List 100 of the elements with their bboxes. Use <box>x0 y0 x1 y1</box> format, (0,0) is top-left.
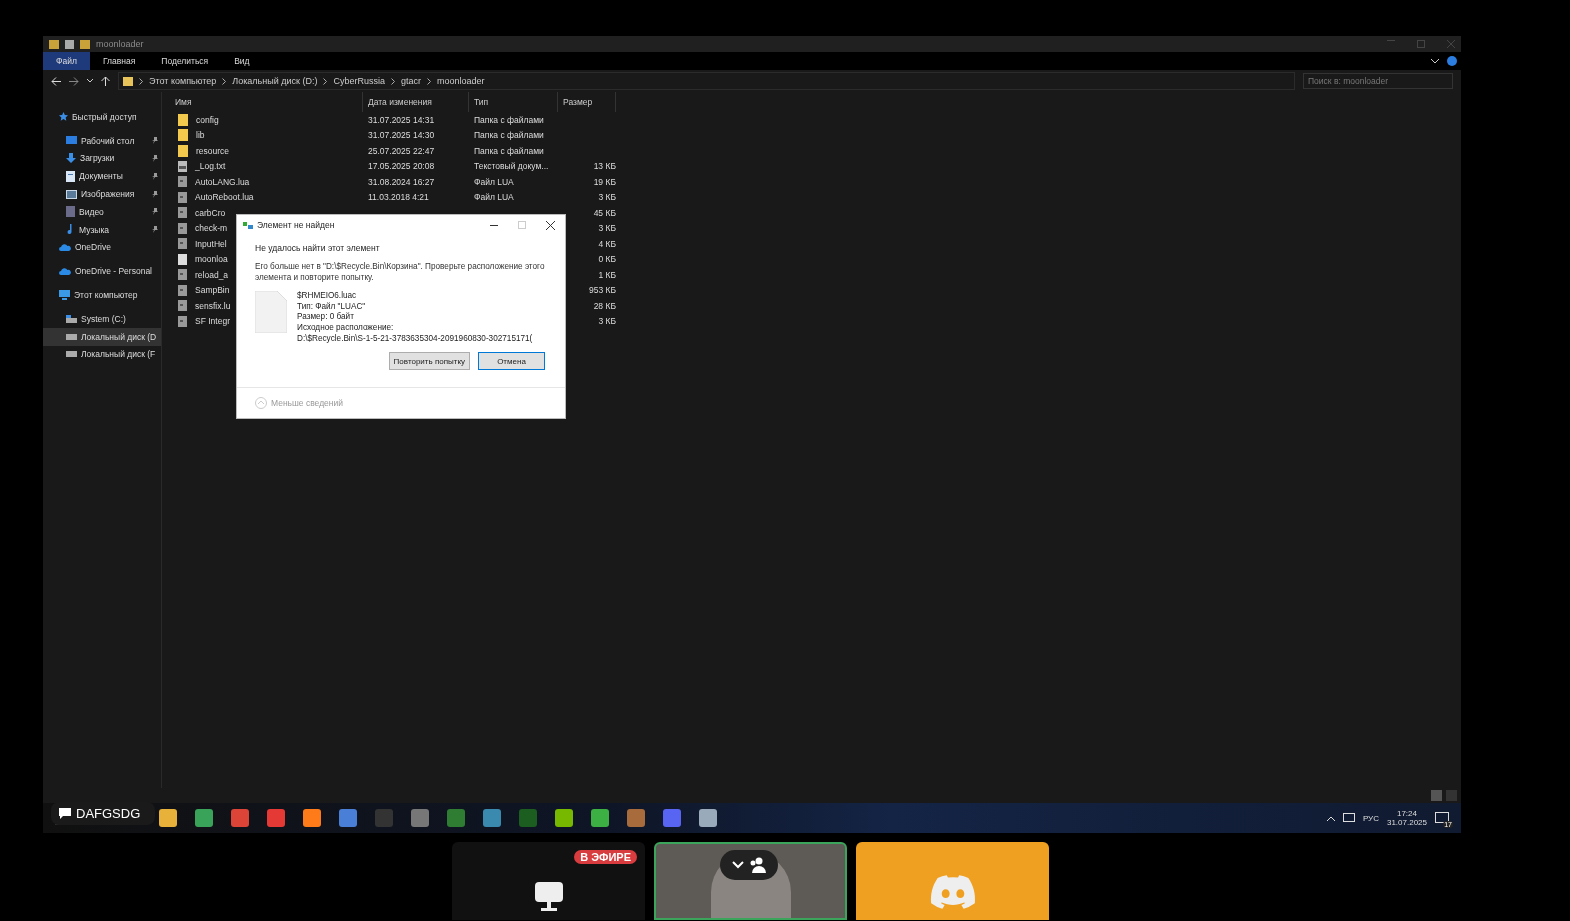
overlay-label: DAFGSDG <box>76 806 141 821</box>
chevron-up-icon <box>1326 815 1335 821</box>
search-field[interactable]: Поиск в: moonloader <box>1303 73 1453 89</box>
file-name[interactable]: resource <box>191 145 341 156</box>
ribbon-tab[interactable]: Вид <box>221 52 263 70</box>
breadcrumb[interactable]: CyberRussia <box>333 76 385 86</box>
file-name[interactable]: AutoLANG.lua <box>190 176 340 187</box>
type-cell-text: Папка с файлами <box>473 130 545 141</box>
dialog-button[interactable]: Повторить попытку <box>388 352 470 371</box>
sidebar-item[interactable]: Видео <box>43 203 161 221</box>
dialog-message: Его больше нет в "D:\$Recycle.Bin\Корзина". Проверьте расположение этого элемента и повторите попытку. <box>255 261 546 284</box>
breadcrumb[interactable]: gtacr <box>401 76 422 86</box>
sidebar-label: OneDrive - Personal <box>75 266 153 277</box>
dialog-button[interactable]: Отмена <box>478 352 545 371</box>
dialog-title: Элемент не найден <box>257 220 335 230</box>
file-name[interactable]: AutoReboot.lua <box>190 192 340 203</box>
stream-preview[interactable]: В ЭФИРЕ <box>452 842 645 920</box>
blank-file-icon <box>178 253 187 265</box>
star-icon <box>59 112 68 122</box>
ribbon-tab[interactable]: Файл <box>43 52 90 70</box>
sidebar-item[interactable]: System (C:) <box>43 309 161 328</box>
file-icon <box>178 315 187 327</box>
sidebar-item[interactable]: Музыка <box>43 220 161 239</box>
file-detail: $RHMEIO6.luac <box>297 291 358 302</box>
sidebar-item[interactable]: Документы <box>43 167 161 186</box>
chevron-down-icon <box>87 79 93 83</box>
type-cell-text: Папка с файлами <box>473 114 545 125</box>
ribbon-tab[interactable]: Главная <box>89 52 149 70</box>
clock-date[interactable]: 31.07.2025 <box>1386 818 1427 827</box>
sidebar-label: Документы <box>79 171 124 182</box>
sidebar-item[interactable]: OneDrive <box>43 238 161 257</box>
monitor-icon <box>534 882 563 912</box>
breadcrumb[interactable]: Локальный диск (D:) <box>232 76 318 86</box>
sidebar-label: OneDrive <box>75 242 112 253</box>
file-icon <box>178 300 187 312</box>
notification-icon <box>1435 812 1449 824</box>
column-header[interactable]: Тип <box>469 92 558 112</box>
chat-bubble-icon <box>59 808 71 819</box>
back-arrow-icon <box>51 76 61 86</box>
size-cell-text: 1 КБ <box>597 269 616 280</box>
close-icon <box>546 220 555 230</box>
forward-arrow-icon <box>69 76 79 86</box>
restore-icon <box>1417 40 1425 48</box>
cloud-icon <box>59 243 71 251</box>
sidebar-item[interactable]: Локальный диск (F <box>43 345 161 364</box>
chevron-down-icon <box>732 861 744 869</box>
chevron-right-icon <box>139 77 143 85</box>
sidebar-label: Быстрый доступ <box>72 111 138 122</box>
breadcrumb[interactable]: Этот компьютер <box>149 76 217 86</box>
maximize-icon <box>518 221 526 229</box>
app-tile[interactable] <box>856 842 1049 920</box>
column-header[interactable]: Размер <box>558 92 616 112</box>
type-cell-text: Файл LUA <box>473 176 515 187</box>
size-cell-text: 19 КБ <box>592 176 616 187</box>
file-name[interactable]: carbCro <box>190 207 340 218</box>
text-file-icon <box>178 160 187 172</box>
document-icon <box>66 170 75 182</box>
language-indicator[interactable]: РУС <box>1362 813 1379 823</box>
file-name[interactable]: lib <box>191 130 341 141</box>
sidebar-item[interactable]: Изображения <box>43 185 161 203</box>
clock-time[interactable]: 17:24 <box>1396 809 1417 818</box>
size-cell-text: 13 КБ <box>592 161 616 172</box>
size-cell-text: 3 КБ <box>597 316 616 327</box>
sidebar-item[interactable]: Загрузки <box>43 149 161 168</box>
date-cell-text: 31.07.2025 14:31 <box>367 114 436 125</box>
sidebar-item[interactable]: Быстрый доступ <box>43 108 161 126</box>
blank-file-icon <box>255 291 287 334</box>
file-name[interactable]: _Log.txt <box>190 161 340 172</box>
window-title: moonloader <box>96 39 144 49</box>
file-icon <box>178 176 187 188</box>
pin-icon <box>152 226 158 234</box>
size-cell-text: 3 КБ <box>597 223 616 234</box>
sidebar-item[interactable]: Локальный диск (D <box>43 327 161 346</box>
column-header[interactable]: Имя <box>170 92 363 112</box>
file-detail: D:\$Recycle.Bin\S-1-5-21-3783635304-2091960830-302715171( <box>297 333 533 345</box>
sidebar-item[interactable]: Этот компьютер <box>43 286 161 304</box>
column-header[interactable]: Дата изменения <box>363 92 469 112</box>
sidebar-item[interactable]: OneDrive - Personal <box>43 262 161 281</box>
file-detail: Тип: Файл "LUAC" <box>297 301 367 312</box>
sidebar-label: Видео <box>79 206 105 217</box>
pin-icon <box>152 190 158 198</box>
breadcrumb[interactable]: moonloader <box>437 76 485 86</box>
sidebar-item[interactable]: Рабочий стол <box>43 131 161 150</box>
ribbon-tab[interactable]: Поделиться <box>148 52 222 70</box>
participants-pill[interactable] <box>720 850 778 880</box>
camera-tile[interactable] <box>654 842 847 920</box>
help-icon <box>1447 56 1457 66</box>
size-cell-text: 4 КБ <box>597 238 616 249</box>
dialog-heading: Не удалось найти этот элемент <box>255 243 381 253</box>
sidebar-label: Изображения <box>81 189 136 200</box>
size-cell-text: 28 КБ <box>592 300 616 311</box>
sidebar-label: Музыка <box>79 224 111 235</box>
sidebar-label: Рабочий стол <box>81 135 136 146</box>
address-bar[interactable]: Этот компьютер Локальный диск (D:) CyberRussia gtacr moonloader <box>118 72 1295 90</box>
minimize-icon <box>490 224 498 226</box>
file-detail: Исходное расположение: <box>297 323 395 334</box>
sidebar-label: System (C:) <box>81 313 127 324</box>
file-name[interactable]: config <box>191 114 341 125</box>
pin-icon <box>152 137 158 145</box>
pin-icon <box>152 172 158 180</box>
